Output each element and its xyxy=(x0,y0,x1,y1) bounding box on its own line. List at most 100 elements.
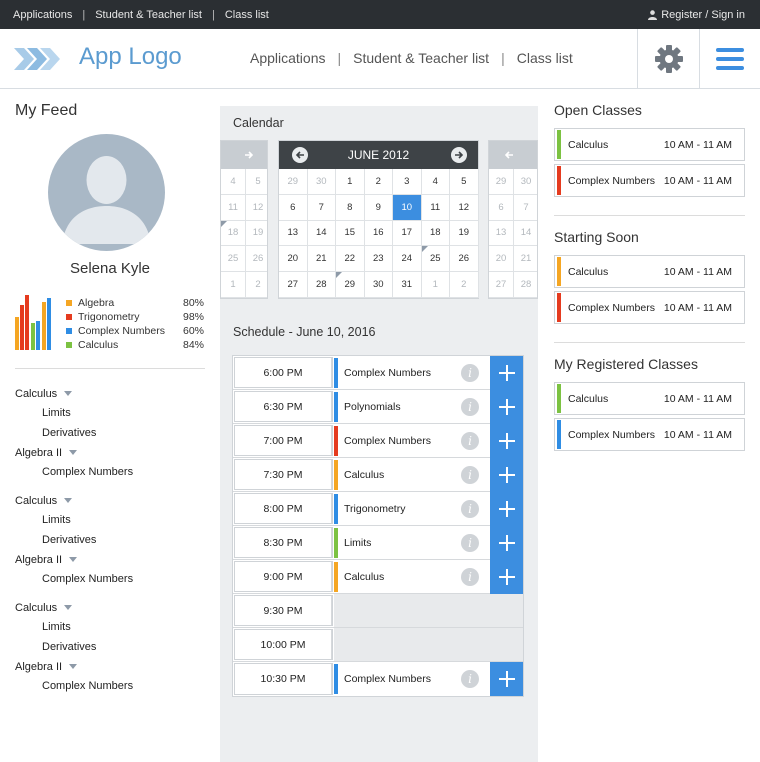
add-class-button[interactable] xyxy=(490,389,523,424)
app-logo-text[interactable]: App Logo xyxy=(79,43,182,71)
calendar-day[interactable]: 11 xyxy=(421,194,450,221)
calendar-day[interactable]: 14 xyxy=(514,221,537,247)
topic-item[interactable]: Calculus xyxy=(15,384,215,404)
info-icon[interactable]: i xyxy=(461,431,479,450)
calendar-day[interactable]: 5 xyxy=(450,169,479,195)
calendar-day[interactable]: 1 xyxy=(336,169,365,195)
calendar-day[interactable]: 28 xyxy=(307,272,336,298)
empty-slot[interactable] xyxy=(334,628,523,661)
class-card[interactable]: Complex Numbers 10 AM - 11 AM xyxy=(554,418,745,451)
top-link-applications[interactable]: Applications xyxy=(13,9,72,21)
schedule-class[interactable]: Complex Numbers i xyxy=(334,423,523,458)
calendar-day[interactable]: 2 xyxy=(450,272,479,298)
info-icon[interactable]: i xyxy=(461,533,479,552)
calendar-day[interactable]: 27 xyxy=(279,272,308,298)
calendar-day[interactable]: 20 xyxy=(489,246,514,273)
nav-applications[interactable]: Applications xyxy=(250,50,326,66)
calendar-day[interactable]: 24 xyxy=(393,246,422,273)
top-link-student-teacher-list[interactable]: Student & Teacher list xyxy=(95,9,202,21)
calendar-day[interactable]: 1 xyxy=(221,272,246,298)
calendar-day[interactable]: 30 xyxy=(514,169,537,195)
topic-subitem[interactable]: Complex Numbers xyxy=(15,676,215,696)
next-month-button[interactable] xyxy=(451,147,467,163)
logo-chevrons-icon[interactable] xyxy=(14,45,64,73)
add-class-button[interactable] xyxy=(490,491,523,526)
topic-item[interactable]: Calculus xyxy=(15,598,215,618)
info-icon[interactable]: i xyxy=(461,465,479,484)
calendar-day[interactable]: 4 xyxy=(221,169,246,195)
schedule-class[interactable]: Polynomials i xyxy=(334,389,523,424)
calendar-day[interactable]: 26 xyxy=(450,246,479,273)
class-card[interactable]: Complex Numbers 10 AM - 11 AM xyxy=(554,291,745,324)
chevron-down-icon[interactable] xyxy=(69,557,78,563)
next-month-button[interactable] xyxy=(241,147,257,163)
nav-class-list[interactable]: Class list xyxy=(517,50,573,66)
chevron-down-icon[interactable] xyxy=(64,391,73,397)
calendar-day[interactable]: 25 xyxy=(221,246,246,273)
topic-subitem[interactable]: Derivatives xyxy=(15,530,215,550)
calendar-day[interactable]: 12 xyxy=(450,194,479,221)
calendar-day[interactable]: 5 xyxy=(246,169,267,195)
calendar-day[interactable]: 14 xyxy=(307,220,336,247)
top-link-class-list[interactable]: Class list xyxy=(225,9,269,21)
calendar-day[interactable]: 7 xyxy=(514,195,537,221)
topic-subitem[interactable]: Derivatives xyxy=(15,423,215,443)
menu-button[interactable] xyxy=(699,29,760,89)
calendar-day[interactable]: 18 xyxy=(421,220,450,247)
calendar-day[interactable]: 25 xyxy=(421,246,450,273)
calendar-day[interactable]: 17 xyxy=(393,220,422,247)
calendar-day[interactable]: 6 xyxy=(489,194,514,221)
info-icon[interactable]: i xyxy=(461,397,479,416)
info-icon[interactable]: i xyxy=(461,363,479,382)
calendar-day[interactable]: 15 xyxy=(336,220,365,247)
topic-item[interactable]: Algebra II xyxy=(15,443,215,463)
calendar-day[interactable]: 16 xyxy=(364,220,393,247)
nav-student-teacher-list[interactable]: Student & Teacher list xyxy=(353,50,489,66)
class-card[interactable]: Calculus 10 AM - 11 AM xyxy=(554,128,745,161)
add-class-button[interactable] xyxy=(490,457,523,492)
calendar-day[interactable]: 20 xyxy=(279,246,308,273)
info-icon[interactable]: i xyxy=(461,499,479,518)
calendar-day[interactable]: 29 xyxy=(279,169,308,195)
schedule-class[interactable]: Complex Numbers i xyxy=(334,662,523,696)
topic-item[interactable]: Algebra II xyxy=(15,657,215,677)
calendar-day[interactable]: 9 xyxy=(364,194,393,221)
info-icon[interactable]: i xyxy=(461,567,479,586)
calendar-day[interactable]: 29 xyxy=(489,169,514,195)
class-card[interactable]: Calculus 10 AM - 11 AM xyxy=(554,255,745,288)
topic-subitem[interactable]: Limits xyxy=(15,618,215,638)
avatar[interactable] xyxy=(48,134,165,251)
calendar-day[interactable]: 31 xyxy=(393,272,422,298)
calendar-day[interactable]: 8 xyxy=(336,194,365,221)
info-icon[interactable]: i xyxy=(461,670,479,688)
topic-subitem[interactable]: Derivatives xyxy=(15,637,215,657)
calendar-day[interactable]: 2 xyxy=(364,169,393,195)
register-sign-in-link[interactable]: Register / Sign in xyxy=(648,9,745,21)
calendar-day[interactable]: 22 xyxy=(336,246,365,273)
calendar-day[interactable]: 10 xyxy=(393,194,422,221)
topic-subitem[interactable]: Limits xyxy=(15,404,215,424)
calendar-day[interactable]: 13 xyxy=(489,220,514,247)
schedule-class[interactable]: Limits i xyxy=(334,525,523,560)
calendar-day[interactable]: 18 xyxy=(221,220,246,247)
topic-item[interactable]: Calculus xyxy=(15,491,215,511)
calendar-day[interactable]: 30 xyxy=(364,272,393,298)
class-card[interactable]: Calculus 10 AM - 11 AM xyxy=(554,382,745,415)
calendar-day[interactable]: 21 xyxy=(307,246,336,273)
calendar-day[interactable]: 29 xyxy=(336,272,365,298)
calendar-day[interactable]: 30 xyxy=(307,169,336,195)
add-class-button[interactable] xyxy=(490,559,523,594)
prev-month-button[interactable] xyxy=(292,147,308,163)
calendar-day[interactable]: 23 xyxy=(364,246,393,273)
topic-subitem[interactable]: Complex Numbers xyxy=(15,569,215,589)
schedule-class[interactable]: Calculus i xyxy=(334,559,523,594)
topic-item[interactable]: Algebra II xyxy=(15,550,215,570)
calendar-day[interactable]: 19 xyxy=(450,220,479,247)
chevron-down-icon[interactable] xyxy=(64,605,73,611)
chevron-down-icon[interactable] xyxy=(69,450,78,456)
calendar-day[interactable]: 11 xyxy=(221,194,246,221)
schedule-class[interactable]: Complex Numbers i xyxy=(334,355,523,390)
add-class-button[interactable] xyxy=(490,662,523,696)
add-class-button[interactable] xyxy=(490,525,523,560)
calendar-day[interactable]: 13 xyxy=(279,220,308,247)
